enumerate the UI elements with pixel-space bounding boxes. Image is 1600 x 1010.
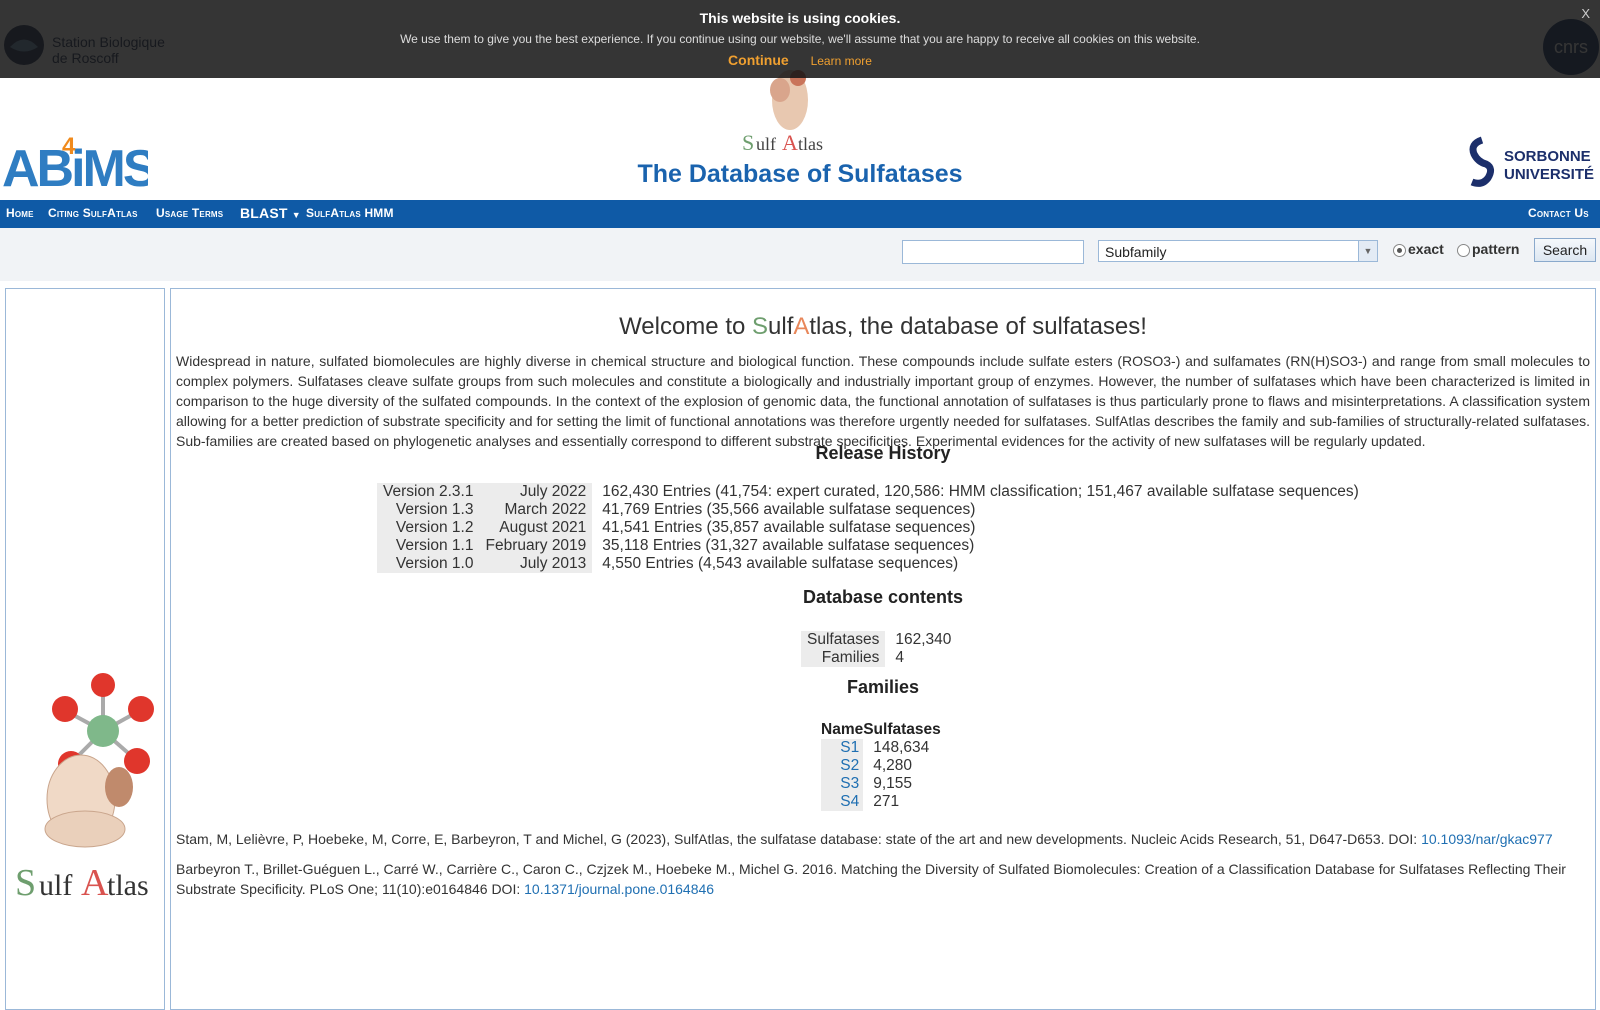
- nav-usage-terms[interactable]: Usage Terms: [156, 206, 223, 220]
- family-count: 9,155: [873, 775, 913, 792]
- svg-text:tlas: tlas: [798, 134, 823, 154]
- chevron-down-icon[interactable]: ▼: [1358, 241, 1377, 261]
- cookie-banner-text: We use them to give you the best experie…: [400, 32, 1200, 46]
- release-date: August 2021: [479, 519, 593, 537]
- cookie-banner: This website is using cookies. We use th…: [0, 0, 1600, 78]
- families-header-name: Name: [821, 721, 864, 738]
- release-description: 35,118 Entries (31,327 available sulfata…: [602, 537, 975, 554]
- release-version: Version 2.3.1: [377, 483, 480, 501]
- search-field-selected-value: Subfamily: [1105, 244, 1167, 260]
- reference-1: Stam, M, Lelièvre, P, Hoebeke, M, Corre,…: [176, 829, 1590, 849]
- release-version: Version 1.1: [377, 537, 480, 555]
- svg-text:tlas: tlas: [107, 869, 149, 899]
- table-row: S3 9,155: [821, 775, 941, 793]
- release-date: July 2022: [479, 483, 593, 501]
- database-contents-table: Sulfatases 162,340 Families 4: [801, 631, 957, 667]
- families-table: Name Sulfatases S1 148,634 S2 4,280 S3 9…: [821, 721, 941, 811]
- release-description: 41,769 Entries (35,566 available sulfata…: [602, 501, 976, 518]
- svg-text:4: 4: [62, 133, 76, 160]
- nav-blast-label: BLAST: [240, 205, 288, 221]
- intro-paragraph: Widespread in nature, sulfated biomolecu…: [176, 353, 1590, 449]
- left-sidebar: S ulf A tlas: [5, 288, 165, 1010]
- nav-citing-sulfatlas[interactable]: Citing SulfAtlas: [48, 206, 138, 220]
- release-description: 4,550 Entries (4,543 available sulfatase…: [602, 555, 959, 572]
- reference-2: Barbeyron T., Brillet-Guéguen L., Carré …: [176, 859, 1590, 899]
- table-row: S1 148,634: [821, 739, 941, 757]
- search-field-select[interactable]: Subfamily ▼: [1098, 240, 1378, 262]
- svg-text:ulf: ulf: [39, 869, 72, 899]
- cookie-learn-more-link[interactable]: Learn more: [811, 54, 872, 68]
- family-count: 4,280: [873, 757, 913, 774]
- cookie-close-button[interactable]: X: [1581, 6, 1590, 21]
- reference-2-text: Barbeyron T., Brillet-Guéguen L., Carré …: [176, 861, 1566, 897]
- welcome-a: A: [793, 313, 810, 340]
- welcome-heading: Welcome to SulfAtlas, the database of su…: [171, 313, 1595, 341]
- table-row: Families 4: [801, 649, 957, 667]
- nav-sulfatlas-hmm[interactable]: SulfAtlas HMM: [306, 206, 394, 220]
- family-count: 271: [873, 793, 900, 810]
- svg-text:S: S: [742, 130, 754, 155]
- cookie-banner-actions: Continue Learn more: [0, 52, 1600, 68]
- welcome-suffix: tlas, the database of sulfatases!: [809, 313, 1147, 340]
- svg-text:A: A: [81, 862, 109, 899]
- site-title: The Database of Sulfatases: [637, 160, 963, 188]
- svg-text:A: A: [782, 130, 798, 155]
- reference-1-doi-link[interactable]: 10.1093/nar/gkac977: [1421, 831, 1553, 847]
- table-row: Version 2.3.1 July 2022 162,430 Entries …: [377, 483, 1365, 501]
- table-row: Version 1.2 August 2021 41,541 Entries (…: [377, 519, 1365, 537]
- radio-pattern[interactable]: [1457, 244, 1470, 257]
- table-header-row: Name Sulfatases: [821, 721, 941, 739]
- radio-exact[interactable]: [1393, 244, 1406, 257]
- search-bar: Subfamily ▼ exact pattern Search: [0, 228, 1600, 281]
- release-date: February 2019: [479, 537, 593, 555]
- contents-value: 4: [895, 649, 905, 666]
- search-input[interactable]: [902, 240, 1084, 264]
- family-link-s4[interactable]: S4: [840, 793, 859, 810]
- release-date: July 2013: [479, 555, 593, 573]
- contents-label: Families: [801, 649, 886, 667]
- table-row: S4 271: [821, 793, 941, 811]
- release-description: 162,430 Entries (41,754: expert curated,…: [602, 483, 1359, 500]
- family-count: 148,634: [873, 739, 930, 756]
- release-date: March 2022: [479, 501, 593, 519]
- table-row: Version 1.0 July 2013 4,550 Entries (4,5…: [377, 555, 1365, 573]
- svg-text:ulf: ulf: [756, 134, 776, 154]
- sulfatlas-sidebar-logo: S ulf A tlas: [15, 673, 154, 899]
- release-history-title: Release History: [815, 443, 951, 463]
- family-link-s2[interactable]: S2: [840, 757, 859, 774]
- release-version: Version 1.2: [377, 519, 480, 537]
- cookie-continue-button[interactable]: Continue: [728, 52, 789, 68]
- radio-exact-label: exact: [1408, 241, 1444, 257]
- contents-value: 162,340: [895, 631, 952, 648]
- release-version: Version 1.3: [377, 501, 480, 519]
- svg-text:S: S: [15, 862, 36, 899]
- table-row: Version 1.3 March 2022 41,769 Entries (3…: [377, 501, 1365, 519]
- table-row: Version 1.1 February 2019 35,118 Entries…: [377, 537, 1365, 555]
- welcome-s: S: [752, 313, 769, 340]
- table-row: Sulfatases 162,340: [801, 631, 957, 649]
- caret-down-icon: ▼: [291, 210, 301, 220]
- nav-home[interactable]: Home: [6, 206, 34, 220]
- nav-contact-us[interactable]: Contact Us: [1528, 206, 1589, 220]
- families-header-count: Sulfatases: [863, 721, 941, 738]
- release-description: 41,541 Entries (35,857 available sulfata…: [602, 519, 976, 536]
- radio-pattern-label: pattern: [1472, 241, 1520, 257]
- welcome-prefix: Welcome to: [619, 313, 752, 340]
- release-history-table: Version 2.3.1 July 2022 162,430 Entries …: [377, 483, 1365, 573]
- family-link-s3[interactable]: S3: [840, 775, 859, 792]
- families-title: Families: [846, 677, 920, 697]
- cookie-banner-title: This website is using cookies.: [699, 10, 901, 26]
- table-row: S2 4,280: [821, 757, 941, 775]
- family-link-s1[interactable]: S1: [840, 739, 859, 756]
- search-button[interactable]: Search: [1534, 238, 1596, 262]
- nav-blast-menu[interactable]: BLAST ▼: [240, 205, 301, 221]
- database-contents-title: Database contents: [802, 587, 964, 607]
- reference-2-doi-link[interactable]: 10.1371/journal.pone.0164846: [524, 881, 714, 897]
- welcome-ulf: ulf: [768, 313, 794, 340]
- main-navigation: Home Citing SulfAtlas Usage Terms BLAST …: [0, 200, 1600, 228]
- release-version: Version 1.0: [377, 555, 480, 573]
- main-content: Welcome to SulfAtlas, the database of su…: [170, 288, 1596, 1010]
- contents-label: Sulfatases: [801, 631, 886, 649]
- reference-1-text: Stam, M, Lelièvre, P, Hoebeke, M, Corre,…: [176, 831, 1422, 847]
